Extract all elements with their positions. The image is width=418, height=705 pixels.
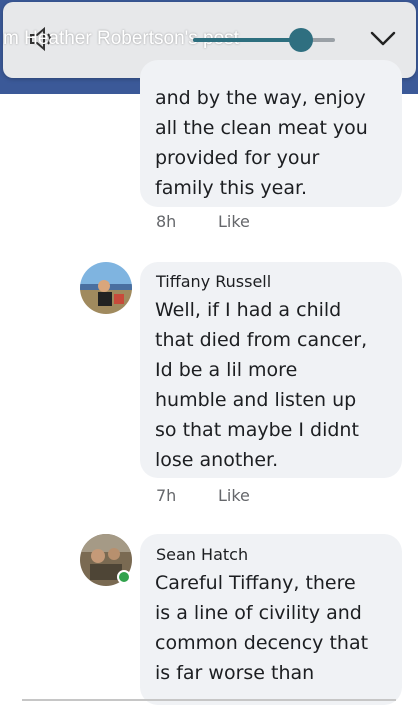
bottom-divider	[22, 699, 396, 701]
comment-author[interactable]: Sean Hatch	[156, 545, 248, 564]
online-status-dot	[117, 570, 131, 584]
comment-time: 8h	[156, 212, 177, 231]
chevron-down-icon[interactable]	[369, 27, 397, 49]
like-button[interactable]: Like	[218, 212, 250, 231]
comment-author[interactable]: Tiffany Russell	[156, 272, 271, 291]
comment-text: Well, if I had a child that died from ca…	[155, 299, 368, 471]
volume-slider[interactable]	[193, 38, 335, 42]
comment-text: and by the way, enjoy all the clean meat…	[155, 87, 368, 199]
avatar[interactable]	[80, 262, 132, 314]
comment-text: Careful Tiffany, there is a line of civi…	[155, 572, 369, 684]
like-button[interactable]: Like	[218, 486, 250, 505]
volume-slider-knob[interactable]	[289, 28, 313, 52]
volume-slider-fill	[193, 38, 297, 42]
comment-time: 7h	[156, 486, 177, 505]
